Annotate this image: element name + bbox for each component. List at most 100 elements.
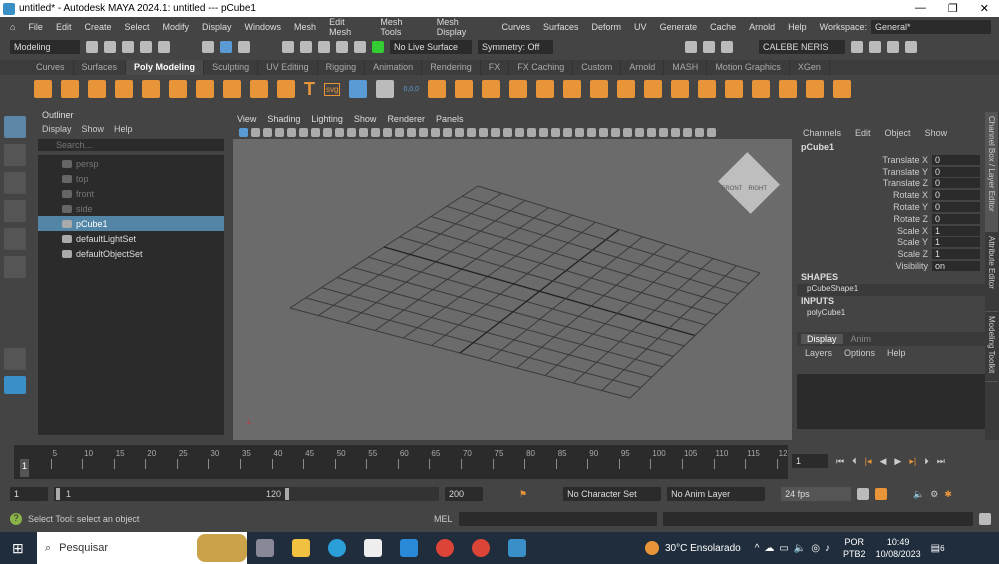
outliner-item[interactable]: top	[38, 171, 224, 186]
super-shape-icon[interactable]	[250, 80, 268, 98]
uv-editor-icon[interactable]	[806, 80, 825, 98]
menu-mesh-display[interactable]: Mesh Display	[437, 17, 489, 37]
weather-text[interactable]: 30°C Ensolarado	[665, 543, 741, 554]
svg-icon[interactable]: svg	[324, 82, 341, 96]
paint-icon[interactable]	[833, 80, 852, 98]
store-icon[interactable]	[364, 539, 382, 557]
anim-layer-dropdown[interactable]: No Anim Layer	[667, 487, 766, 501]
viewport-tool-icon[interactable]	[383, 127, 392, 137]
connect-icon[interactable]	[725, 80, 744, 98]
outliner-item[interactable]: defaultObjectSet	[38, 246, 224, 261]
taskbar-search[interactable]: ⌕ Pesquisar	[37, 532, 247, 564]
tab-custom[interactable]: Custom	[573, 60, 622, 75]
menu-windows[interactable]: Windows	[245, 22, 282, 32]
go-to-start-icon[interactable]: ⏮	[836, 456, 844, 467]
loop-icon[interactable]	[857, 488, 870, 500]
tab-anim[interactable]: Anim	[845, 334, 878, 344]
menu-help[interactable]: Help	[788, 22, 807, 32]
redo-icon[interactable]	[158, 41, 170, 53]
pause-icon[interactable]	[721, 41, 733, 53]
viewport-tool-icon[interactable]	[623, 127, 632, 137]
channel-menu-show[interactable]: Show	[925, 128, 948, 138]
script-editor-icon[interactable]	[978, 513, 991, 525]
channel-row[interactable]: Rotate Y 0	[797, 201, 985, 213]
tab-xgen[interactable]: XGen	[790, 60, 830, 75]
channel-menu-object[interactable]: Object	[885, 128, 911, 138]
cone-icon[interactable]	[115, 80, 133, 98]
outliner-item[interactable]: defaultLightSet	[38, 231, 224, 246]
viewport-tool-icon[interactable]	[359, 127, 368, 137]
tab-channel-box[interactable]: Channel Box / Layer Editor	[985, 112, 998, 232]
viewport-tool-icon[interactable]	[599, 127, 608, 137]
menu-display[interactable]: Display	[202, 22, 232, 32]
menu-modify[interactable]: Modify	[163, 22, 190, 32]
channel-menu-channels[interactable]: Channels	[803, 128, 841, 138]
tab-arnold[interactable]: Arnold	[621, 60, 665, 75]
disc-icon[interactable]	[196, 80, 214, 98]
viewport-tool-icon[interactable]	[695, 127, 704, 137]
layers-menu[interactable]: Layers	[805, 348, 832, 358]
clock-time[interactable]: 10:49	[876, 536, 921, 548]
viewport-tool-icon[interactable]	[503, 127, 512, 137]
home-icon[interactable]: ⌂	[10, 22, 15, 32]
snap-surface-icon[interactable]	[354, 41, 366, 53]
outliner-item[interactable]: side	[38, 201, 224, 216]
channel-value[interactable]: 1	[932, 249, 980, 260]
viewport-tool-icon[interactable]	[707, 127, 716, 137]
minimize-button[interactable]: —	[915, 2, 926, 15]
outliner-search-input[interactable]: Search...	[38, 139, 224, 151]
maya-icon[interactable]	[4, 376, 26, 394]
prev-key-icon[interactable]: |◂	[865, 456, 872, 467]
fill-hole-icon[interactable]	[644, 80, 663, 98]
viewport-tool-icon[interactable]	[251, 127, 260, 137]
layout-icon[interactable]	[4, 348, 26, 370]
close-button[interactable]: ✕	[980, 2, 989, 15]
end-time-field[interactable]: 200	[445, 487, 483, 501]
viewport-menu-shading[interactable]: Shading	[267, 114, 300, 124]
viewport-tool-icon[interactable]	[371, 127, 380, 137]
menu-create[interactable]: Create	[84, 22, 111, 32]
channel-row[interactable]: Rotate Z 0	[797, 213, 985, 225]
options-menu[interactable]: Options	[844, 348, 875, 358]
channel-value[interactable]: on	[932, 261, 980, 272]
panel-toggle-icon[interactable]	[851, 41, 863, 53]
outliner-item[interactable]: persp	[38, 156, 224, 171]
rotate-tool-icon[interactable]	[4, 228, 26, 250]
torus-icon[interactable]	[142, 80, 160, 98]
plane-icon[interactable]	[169, 80, 187, 98]
viewport-tool-icon[interactable]	[551, 127, 560, 137]
mirror-icon[interactable]	[536, 80, 555, 98]
channel-value[interactable]: 0	[932, 202, 980, 213]
outliner-menu-display[interactable]: Display	[42, 124, 72, 134]
user-account[interactable]: CALEBE NERIS	[759, 40, 845, 54]
viewport-tool-icon[interactable]	[311, 127, 320, 137]
sculpt-icon[interactable]	[779, 80, 798, 98]
viewport-tool-icon[interactable]	[647, 127, 656, 137]
tab-motion-graphics[interactable]: Motion Graphics	[707, 60, 790, 75]
sweep-icon[interactable]	[277, 80, 295, 98]
viewport-menu-view[interactable]: View	[237, 114, 256, 124]
channel-row[interactable]: Translate Y 0	[797, 166, 985, 178]
viewport-tool-icon[interactable]	[263, 127, 272, 137]
tab-display[interactable]: Display	[801, 333, 843, 344]
quad-draw-icon[interactable]	[752, 80, 771, 98]
viewport-tool-icon[interactable]	[347, 127, 356, 137]
channel-row[interactable]: Rotate X 0	[797, 189, 985, 201]
viewport-tool-icon[interactable]	[239, 127, 248, 137]
viewport-tool-icon[interactable]	[395, 127, 404, 137]
lasso-tool-icon[interactable]	[4, 144, 26, 166]
mel-label[interactable]: MEL	[434, 514, 453, 524]
next-key-icon[interactable]: ▸|	[909, 456, 916, 467]
tab-rigging[interactable]: Rigging	[318, 60, 366, 75]
tab-fx[interactable]: FX	[481, 60, 510, 75]
viewport-tool-icon[interactable]	[575, 127, 584, 137]
step-forward-icon[interactable]: ⏵	[924, 456, 929, 467]
viewport-tool-icon[interactable]	[431, 127, 440, 137]
maximize-button[interactable]: ❐	[948, 2, 958, 15]
channel-row[interactable]: Translate X 0	[797, 154, 985, 166]
extrude-icon[interactable]	[563, 80, 582, 98]
select-hierarchy-icon[interactable]	[202, 41, 214, 53]
tab-uv-editing[interactable]: UV Editing	[258, 60, 318, 75]
viewport-tool-icon[interactable]	[635, 127, 644, 137]
task-view-icon[interactable]	[256, 539, 274, 557]
